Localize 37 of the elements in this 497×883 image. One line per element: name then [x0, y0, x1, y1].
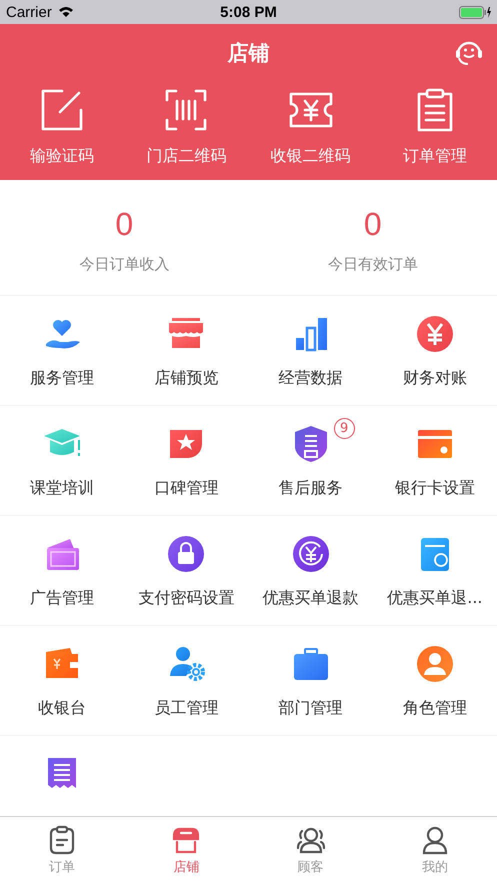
menu-item[interactable]: 经营数据 — [248, 296, 373, 406]
refund-coin-icon[interactable] — [290, 534, 331, 574]
stat-label: 今日订单收入 — [79, 255, 170, 274]
stat-value: 0 — [115, 206, 134, 243]
action-label[interactable]: 订单管理 — [402, 146, 467, 167]
menu-item[interactable]: 支付密码设置 — [124, 516, 248, 626]
action-label[interactable]: 门店二维码 — [146, 146, 226, 167]
menu-item[interactable]: 优惠买单退款 — [248, 516, 373, 626]
edit-icon[interactable] — [40, 88, 84, 132]
menu-item[interactable]: 收银台 — [0, 626, 124, 736]
menu-item[interactable]: 口碑管理 — [124, 406, 248, 516]
tab[interactable]: 店铺 — [124, 817, 248, 883]
stat-value: 0 — [364, 206, 382, 243]
menu-item[interactable]: 财务对账 — [372, 296, 497, 406]
action-label[interactable]: 输验证码 — [30, 146, 94, 167]
person-icon[interactable] — [414, 644, 455, 684]
yen-coin-icon[interactable] — [414, 314, 455, 354]
menu-item[interactable]: 店铺预览 — [124, 296, 248, 406]
menu-item[interactable]: 服务管理 — [0, 296, 124, 406]
menu-item[interactable]: 广告管理 — [0, 516, 124, 626]
clock: 5:08 PM — [220, 4, 277, 20]
page-title: 店铺 — [228, 40, 270, 67]
menu-item[interactable]: 部门管理 — [248, 626, 373, 736]
scan-icon[interactable] — [164, 88, 208, 132]
lock-icon[interactable] — [166, 534, 206, 574]
stat-label: 今日有效订单 — [328, 255, 418, 274]
count-badge: 9 — [334, 418, 355, 439]
carrier-label: Carrier — [6, 4, 52, 20]
menu-item[interactable]: 角色管理 — [372, 626, 497, 736]
wifi-icon — [58, 6, 74, 18]
menu-item[interactable]: 9 售后服务 — [248, 406, 373, 516]
action-label[interactable]: 收银二维码 — [270, 146, 351, 167]
menu-item[interactable]: 课堂培训 — [0, 406, 124, 516]
menu-item[interactable]: 银行卡设置 — [372, 406, 497, 516]
menu-item[interactable]: 员工管理 — [124, 626, 248, 736]
menu-item[interactable]: 优惠买单退... — [372, 516, 497, 626]
battery-icon — [459, 6, 491, 18]
